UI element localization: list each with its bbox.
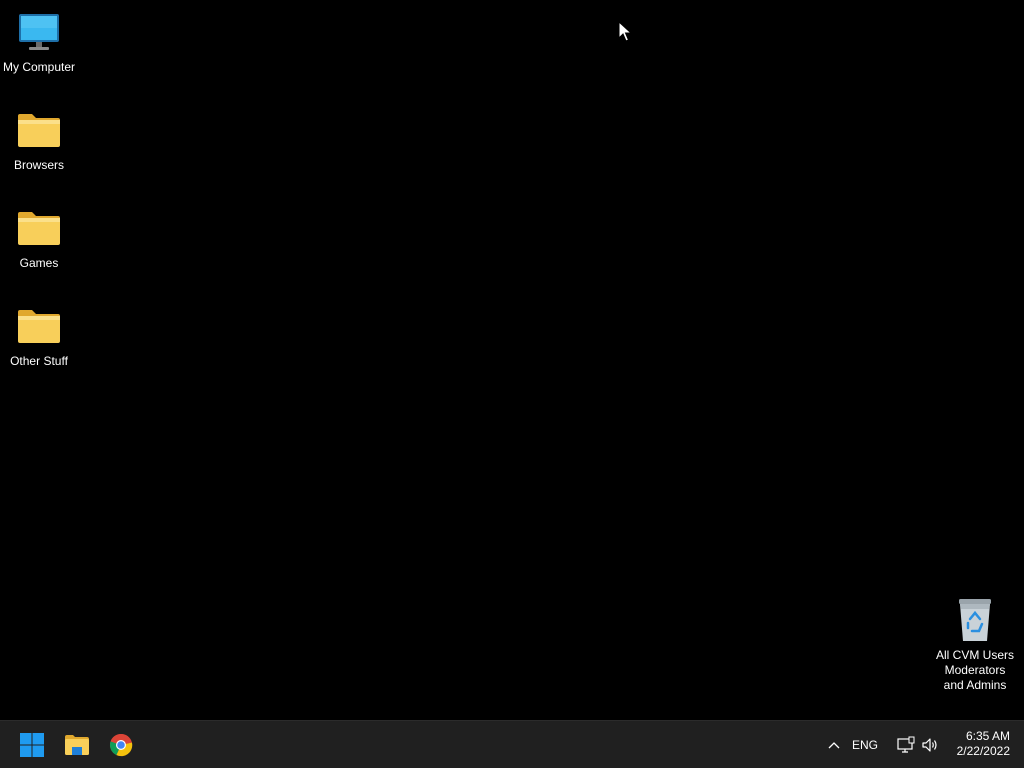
desktop-icon-label: All CVM Users Moderators and Admins	[936, 648, 1015, 692]
taskbar-chrome-button[interactable]	[101, 725, 141, 765]
desktop-icon-label: Browsers	[13, 158, 64, 172]
monitor-icon	[15, 8, 63, 56]
folder-icon	[15, 106, 63, 154]
folder-icon	[65, 735, 89, 755]
show-hidden-icons-button[interactable]	[824, 735, 844, 755]
taskbar: ENG 6:35 AM 2/22/2022	[0, 720, 1024, 768]
taskbar-file-explorer-button[interactable]	[57, 725, 97, 765]
volume-icon[interactable]	[920, 735, 940, 755]
network-icon[interactable]	[896, 735, 916, 755]
folder-icon	[15, 204, 63, 252]
desktop-icon-label: Games	[19, 256, 59, 270]
desktop[interactable]: My Computer Browsers Games Other Stuff A…	[0, 0, 1024, 720]
chrome-icon	[109, 733, 133, 757]
clock-time: 6:35 AM	[965, 729, 1010, 743]
clock-date: 2/22/2022	[956, 744, 1010, 758]
start-button[interactable]	[12, 725, 52, 765]
desktop-icon-recycle-bin[interactable]: All CVM Users Moderators and Admins	[936, 596, 1014, 693]
recycle-bin-icon	[951, 596, 999, 644]
desktop-icon-browsers[interactable]: Browsers	[0, 106, 78, 173]
desktop-icon-games[interactable]: Games	[0, 204, 78, 271]
clock[interactable]: 6:35 AM 2/22/2022	[944, 729, 1010, 759]
windows-logo-icon	[20, 733, 44, 757]
desktop-icon-other-stuff[interactable]: Other Stuff	[0, 302, 78, 369]
desktop-icon-label: Other Stuff	[10, 354, 68, 368]
folder-icon	[15, 302, 63, 350]
language-indicator[interactable]: ENG	[852, 738, 878, 752]
desktop-icon-my-computer[interactable]: My Computer	[0, 8, 78, 75]
chevron-up-icon	[828, 742, 840, 749]
mouse-pointer-icon	[618, 21, 632, 42]
desktop-icon-label: My Computer	[2, 60, 76, 74]
